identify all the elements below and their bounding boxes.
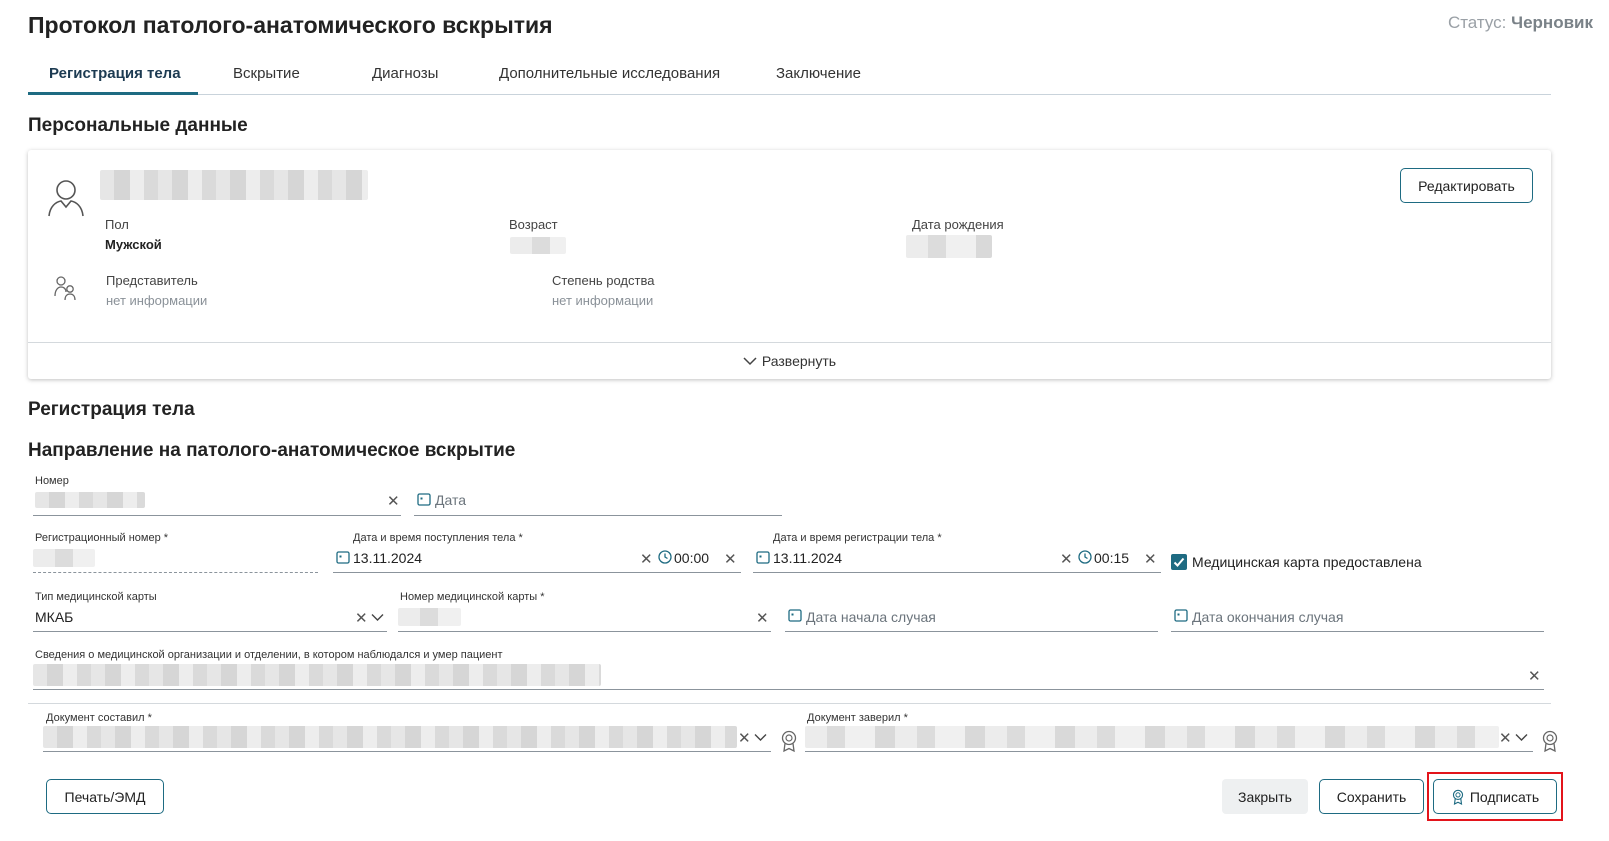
chevron-down-icon[interactable] bbox=[371, 613, 384, 622]
case-end-date-field[interactable]: Дата окончания случая bbox=[1171, 602, 1544, 632]
tab-diagnoses[interactable]: Диагнозы bbox=[372, 65, 438, 82]
page-title: Протокол патолого-анатомического вскрыти… bbox=[28, 12, 553, 38]
clear-arrival-time-icon[interactable]: ✕ bbox=[724, 552, 737, 567]
calendar-icon bbox=[417, 493, 431, 506]
kinship-label: Степень родства bbox=[552, 273, 655, 288]
case-start-placeholder: Дата начала случая bbox=[806, 609, 936, 625]
representative-value: нет информации bbox=[106, 293, 208, 308]
card-type-select[interactable]: МКАБ ✕ bbox=[33, 602, 387, 632]
date-placeholder: Дата bbox=[435, 492, 467, 508]
body-registration-title: Регистрация тела bbox=[28, 399, 195, 420]
chevron-down-icon bbox=[743, 357, 757, 366]
clear-composed-by-icon[interactable]: ✕ bbox=[738, 731, 751, 746]
clock-icon bbox=[1078, 550, 1092, 564]
tab-additional-research[interactable]: Дополнительные исследования bbox=[499, 65, 720, 82]
card-provided-checkbox[interactable] bbox=[1171, 554, 1187, 570]
status-indicator: Статус: Черновик bbox=[1448, 13, 1593, 33]
save-button[interactable]: Сохранить bbox=[1319, 779, 1424, 814]
calendar-icon bbox=[336, 551, 350, 564]
status-value: Черновик bbox=[1511, 13, 1593, 32]
clear-organization-icon[interactable]: ✕ bbox=[1528, 669, 1541, 684]
close-button[interactable]: Закрыть bbox=[1222, 779, 1308, 814]
number-field[interactable]: ✕ bbox=[33, 486, 401, 516]
case-start-date-field[interactable]: Дата начала случая bbox=[785, 602, 1158, 632]
active-tab-indicator bbox=[28, 92, 198, 95]
tabs-bar: Регистрация тела Вскрытие Диагнозы Допол… bbox=[28, 56, 1551, 95]
clear-card-type-icon[interactable]: ✕ bbox=[355, 611, 368, 626]
composed-by-redacted bbox=[43, 726, 737, 748]
clear-certified-by-icon[interactable]: ✕ bbox=[1499, 731, 1512, 746]
card-type-value: МКАБ bbox=[35, 609, 74, 625]
status-label: Статус: bbox=[1447, 13, 1507, 32]
arrival-date-value: 13.11.2024 bbox=[353, 550, 423, 566]
certified-by-select[interactable]: ✕ bbox=[805, 722, 1533, 752]
certified-by-redacted bbox=[805, 726, 1499, 748]
edit-button[interactable]: Редактировать bbox=[1400, 168, 1533, 203]
clear-arrival-date-icon[interactable]: ✕ bbox=[640, 552, 653, 567]
clear-number-icon[interactable]: ✕ bbox=[387, 494, 400, 509]
tab-conclusion[interactable]: Заключение bbox=[776, 65, 861, 82]
organization-value-redacted bbox=[33, 664, 601, 686]
personal-data-card: Редактировать Пол Мужской Возраст Дата р… bbox=[28, 150, 1551, 379]
reg-number-field[interactable] bbox=[33, 543, 318, 573]
sex-value: Мужской bbox=[105, 237, 162, 252]
date-field[interactable]: Дата bbox=[414, 486, 782, 516]
clear-registration-date-icon[interactable]: ✕ bbox=[1060, 552, 1073, 567]
calendar-icon bbox=[1174, 609, 1188, 622]
sex-label: Пол bbox=[105, 217, 129, 232]
print-emd-button[interactable]: Печать/ЭМД bbox=[46, 779, 164, 814]
checkmark-icon bbox=[1173, 557, 1185, 567]
expand-label: Развернуть bbox=[761, 353, 837, 369]
tab-body-registration[interactable]: Регистрация тела bbox=[49, 65, 181, 82]
expand-button[interactable]: Развернуть bbox=[28, 342, 1551, 379]
card-number-field[interactable]: ✕ bbox=[398, 602, 771, 632]
arrival-datetime-field[interactable]: 13.11.2024 ✕ 00:00 ✕ bbox=[333, 543, 741, 573]
number-value-redacted bbox=[35, 492, 145, 508]
case-end-placeholder: Дата окончания случая bbox=[1192, 609, 1344, 625]
arrival-time-value: 00:00 bbox=[674, 550, 710, 566]
kinship-value: нет информации bbox=[552, 293, 654, 308]
calendar-icon bbox=[756, 551, 770, 564]
composed-by-select[interactable]: ✕ bbox=[43, 722, 771, 752]
patient-name-redacted bbox=[100, 170, 368, 200]
patient-avatar-icon bbox=[48, 180, 84, 217]
representative-icon bbox=[54, 276, 76, 301]
tab-autopsy[interactable]: Вскрытие bbox=[233, 65, 300, 82]
clear-card-number-icon[interactable]: ✕ bbox=[756, 611, 769, 626]
certificate-icon[interactable] bbox=[1540, 729, 1560, 753]
clock-icon bbox=[658, 550, 672, 564]
card-number-redacted bbox=[398, 608, 461, 626]
registration-date-value: 13.11.2024 bbox=[773, 550, 843, 566]
chevron-down-icon[interactable] bbox=[754, 733, 767, 742]
sign-button-highlight bbox=[1427, 772, 1563, 821]
organization-field[interactable]: ✕ bbox=[33, 660, 1544, 690]
representative-label: Представитель bbox=[106, 273, 198, 288]
reg-number-redacted bbox=[33, 549, 95, 567]
dob-value-redacted bbox=[906, 235, 992, 258]
dob-label: Дата рождения bbox=[912, 217, 1004, 232]
certificate-icon[interactable] bbox=[779, 729, 799, 753]
personal-data-title: Персональные данные bbox=[28, 115, 248, 136]
referral-title: Направление на патолого-анатомическое вс… bbox=[28, 440, 516, 461]
registration-time-value: 00:15 bbox=[1094, 550, 1130, 566]
age-value-redacted bbox=[510, 237, 566, 254]
chevron-down-icon[interactable] bbox=[1515, 733, 1528, 742]
card-provided-label: Медицинская карта предоставлена bbox=[1192, 554, 1422, 570]
form-divider bbox=[28, 703, 1551, 704]
registration-datetime-field[interactable]: 13.11.2024 ✕ 00:15 ✕ bbox=[753, 543, 1161, 573]
clear-registration-time-icon[interactable]: ✕ bbox=[1144, 552, 1157, 567]
age-label: Возраст bbox=[509, 217, 558, 232]
calendar-icon bbox=[788, 609, 802, 622]
